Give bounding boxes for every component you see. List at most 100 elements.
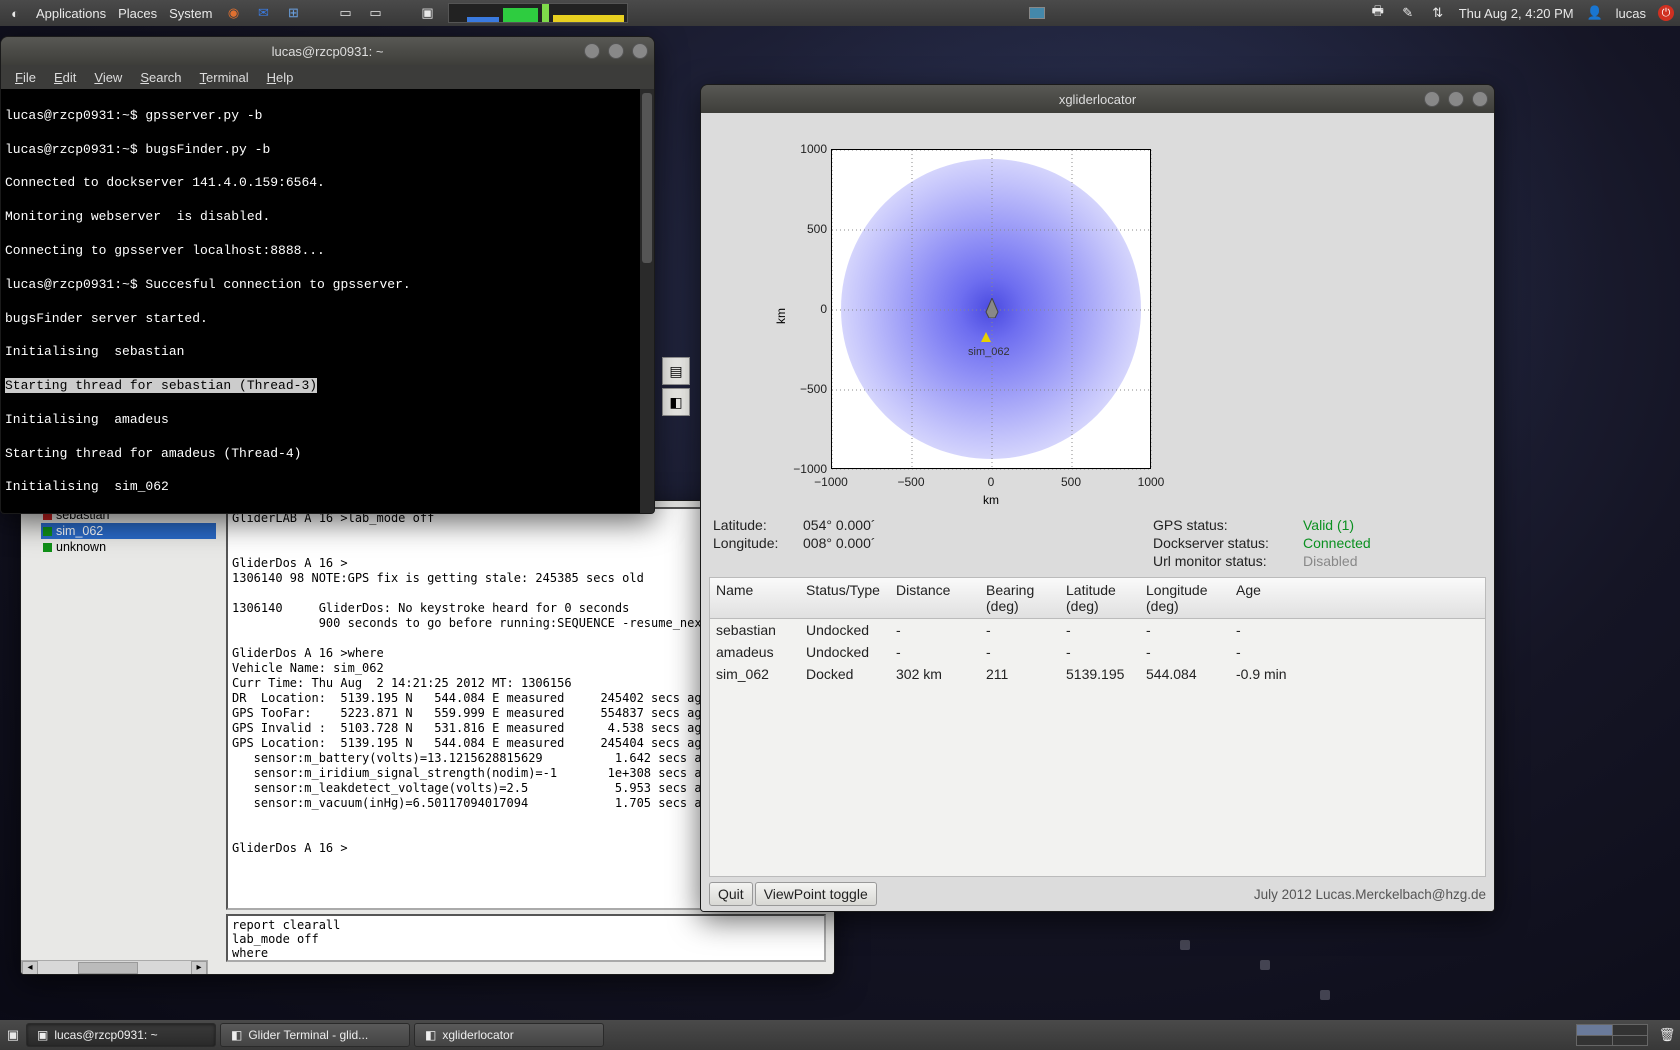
user-menu[interactable]: lucas (1616, 6, 1646, 21)
col-bearing[interactable]: Bearing (deg) (986, 582, 1066, 614)
taskbar-item-glider-terminal[interactable]: ◧ Glider Terminal - glid... (220, 1023, 410, 1047)
taskbar-item-xgliderlocator[interactable]: ◧ xgliderlocator (414, 1023, 604, 1047)
cell: - (1066, 644, 1146, 660)
radar-plot[interactable]: 1000 500 0 −500 −1000 km (701, 113, 1494, 513)
xgliderlocator-window: xgliderlocator 1000 500 0 −500 −1000 km (700, 84, 1495, 912)
keyboard-layout-icon[interactable] (1029, 7, 1045, 19)
network-icon[interactable]: ⇅ (1429, 4, 1447, 22)
terminal-line: Monitoring webserver is disabled. (5, 209, 270, 224)
x-axis-label: km (983, 493, 999, 507)
scroll-left-icon[interactable]: ◂ (22, 961, 38, 975)
glider-marker-icon (981, 332, 991, 342)
menu-terminal[interactable]: Terminal (192, 68, 257, 87)
glider-tree[interactable]: sebastian sim_062 unknown (41, 507, 216, 555)
gnome-foot-icon[interactable]: ◐ (6, 4, 24, 22)
workspace-1[interactable] (1577, 1025, 1612, 1035)
menu-edit[interactable]: Edit (46, 68, 84, 87)
peek-button-1[interactable]: ▤ (662, 357, 690, 385)
col-distance[interactable]: Distance (896, 582, 986, 614)
terminal-icon: ▣ (37, 1028, 48, 1042)
window-list-icon-2[interactable]: ▭ (366, 4, 384, 22)
tick-label: 0 (820, 302, 827, 316)
cell: - (896, 644, 986, 660)
cell: 211 (986, 666, 1066, 682)
menu-file[interactable]: File (7, 68, 44, 87)
clock[interactable]: Thu Aug 2, 4:20 PM (1459, 6, 1574, 21)
app-icon: ◧ (231, 1028, 242, 1042)
system-monitor-graph[interactable] (448, 3, 628, 23)
table-row[interactable]: sim_062 Docked 302 km 211 5139.195 544.0… (710, 663, 1485, 685)
show-desktop-icon[interactable]: ▣ (4, 1026, 22, 1044)
taskbar-label: Glider Terminal - glid... (248, 1028, 368, 1042)
tree-item-unknown[interactable]: unknown (41, 539, 216, 555)
workspace-2[interactable] (1613, 1025, 1648, 1035)
trash-icon[interactable]: 🗑 (1658, 1026, 1676, 1044)
cell: amadeus (716, 644, 806, 660)
quit-button[interactable]: Quit (709, 882, 753, 906)
taskbar-item-terminal[interactable]: ▣ lucas@rzcp0931: ~ (26, 1023, 216, 1047)
cell: - (1236, 622, 1316, 638)
minimize-button[interactable] (1424, 91, 1440, 107)
glider-table[interactable]: Name Status/Type Distance Bearing (deg) … (709, 577, 1486, 877)
table-row[interactable]: amadeus Undocked - - - - - (710, 641, 1485, 663)
col-name[interactable]: Name (716, 582, 806, 614)
workspace-4[interactable] (1613, 1036, 1648, 1046)
lon-label: Longitude: (713, 535, 803, 551)
cell: - (1146, 622, 1236, 638)
terminal-title: lucas@rzcp0931: ~ (272, 44, 384, 59)
user-icon: 👤 (1586, 4, 1604, 22)
menu-places[interactable]: Places (118, 6, 157, 21)
cell: sim_062 (716, 666, 806, 682)
workspace-3[interactable] (1577, 1036, 1612, 1046)
cell: - (1146, 644, 1236, 660)
launcher-icon[interactable]: ⊞ (284, 4, 302, 22)
peek-button-2[interactable]: ◧ (662, 388, 690, 416)
terminal-line: Initialising amadeus (5, 412, 169, 427)
terminal-line: Connecting to gpsserver localhost:8888..… (5, 243, 325, 258)
glider-marker-label: sim_062 (968, 346, 1010, 358)
col-longitude[interactable]: Longitude (deg) (1146, 582, 1236, 614)
cell: 302 km (896, 666, 986, 682)
window-list-icon[interactable]: ▭ (336, 4, 354, 22)
glider-command-input[interactable]: report clearall lab_mode off where (226, 914, 826, 962)
cell: - (896, 622, 986, 638)
menu-view[interactable]: View (86, 68, 130, 87)
y-axis-label: km (774, 308, 788, 324)
gps-status-value: Valid (1) (1303, 517, 1423, 533)
horizontal-scrollbar[interactable]: ◂ ▸ (21, 960, 208, 975)
maximize-button[interactable] (608, 43, 624, 59)
menu-applications[interactable]: Applications (36, 6, 106, 21)
viewpoint-toggle-button[interactable]: ViewPoint toggle (755, 882, 877, 906)
col-latitude[interactable]: Latitude (deg) (1066, 582, 1146, 614)
tool-icon[interactable]: ✎ (1399, 4, 1417, 22)
credit-text: July 2012 Lucas.Merckelbach@hzg.de (1254, 887, 1486, 902)
printer-icon[interactable]: 🖶 (1369, 4, 1387, 22)
close-button[interactable] (632, 43, 648, 59)
status-square-icon (43, 543, 52, 552)
scroll-thumb[interactable] (642, 93, 652, 263)
thunderbird-icon[interactable]: ✉ (254, 4, 272, 22)
menu-search[interactable]: Search (132, 68, 189, 87)
minimize-button[interactable] (584, 43, 600, 59)
shutdown-icon[interactable]: ⏻ (1658, 5, 1674, 21)
terminal-output[interactable]: lucas@rzcp0931:~$ gpsserver.py -b lucas@… (1, 89, 654, 513)
tree-label: sim_062 (56, 524, 103, 538)
table-row[interactable]: sebastian Undocked - - - - - (710, 619, 1485, 641)
scroll-thumb[interactable] (78, 962, 138, 974)
terminal-scrollbar[interactable] (640, 89, 654, 513)
workspace-switcher[interactable] (1576, 1024, 1648, 1046)
terminal-launcher-icon[interactable]: ▣ (418, 4, 436, 22)
menu-help[interactable]: Help (259, 68, 302, 87)
menu-system[interactable]: System (169, 6, 212, 21)
scroll-right-icon[interactable]: ▸ (191, 961, 207, 975)
firefox-icon[interactable]: ◉ (224, 4, 242, 22)
maximize-button[interactable] (1448, 91, 1464, 107)
col-age[interactable]: Age (1236, 582, 1316, 614)
col-status[interactable]: Status/Type (806, 582, 896, 614)
close-button[interactable] (1472, 91, 1488, 107)
cell: sebastian (716, 622, 806, 638)
xloc-titlebar[interactable]: xgliderlocator (701, 85, 1494, 113)
gps-status-label: GPS status: (1153, 517, 1303, 533)
tree-item-sim062[interactable]: sim_062 (41, 523, 216, 539)
terminal-titlebar[interactable]: lucas@rzcp0931: ~ (1, 37, 654, 65)
